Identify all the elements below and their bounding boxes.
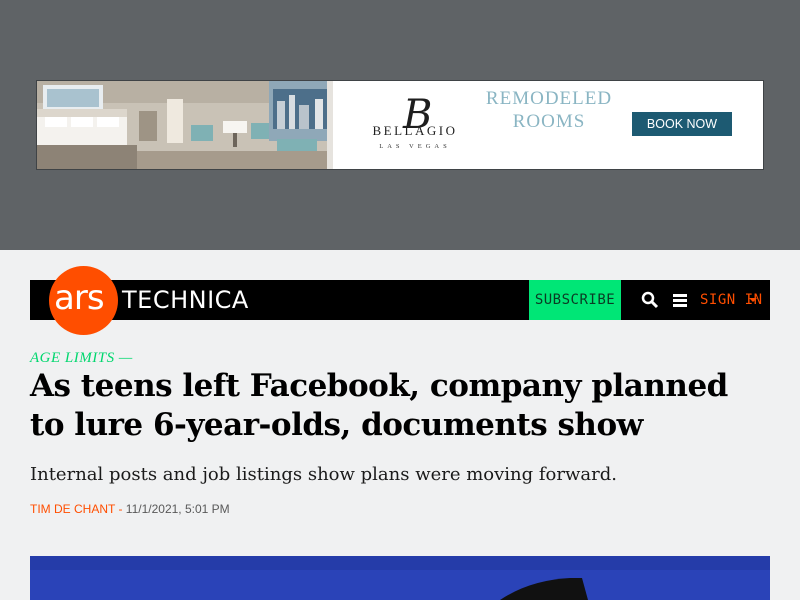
publish-date: 11/1/2021, 5:01 PM <box>125 502 230 516</box>
article-byline: TIM DE CHANT - 11/1/2021, 5:01 PM <box>30 500 230 518</box>
author-link[interactable]: TIM DE CHANT <box>30 502 115 516</box>
logo-ars-text[interactable]: ars <box>54 278 105 318</box>
book-now-button[interactable]: BOOK NOW <box>632 112 732 136</box>
chevron-down-icon <box>749 298 757 302</box>
ad-headline: REMODELED ROOMS <box>485 88 613 132</box>
article-kicker[interactable]: AGE LIMITS — <box>30 348 133 368</box>
search-icon[interactable] <box>637 287 663 313</box>
logo-city: LAS VEGAS <box>379 143 451 150</box>
article-dek: Internal posts and job listings show pla… <box>30 464 617 485</box>
hotel-room-photo <box>37 81 333 169</box>
hamburger-menu-icon[interactable] <box>668 287 692 313</box>
article-title: As teens left Facebook, company planned … <box>30 368 728 443</box>
hero-image <box>30 556 770 600</box>
subscribe-button[interactable]: SUBSCRIBE <box>529 280 621 320</box>
logo-technica-text[interactable]: TECHNICA <box>122 280 249 320</box>
advertisement-banner[interactable]: B BELLAGIO LAS VEGAS REMODELED ROOMS BOO… <box>36 80 764 170</box>
byline-separator: - <box>115 502 126 516</box>
logo-wordmark: BELLAGIO <box>372 123 458 138</box>
bellagio-logo: B BELLAGIO LAS VEGAS <box>363 95 467 153</box>
